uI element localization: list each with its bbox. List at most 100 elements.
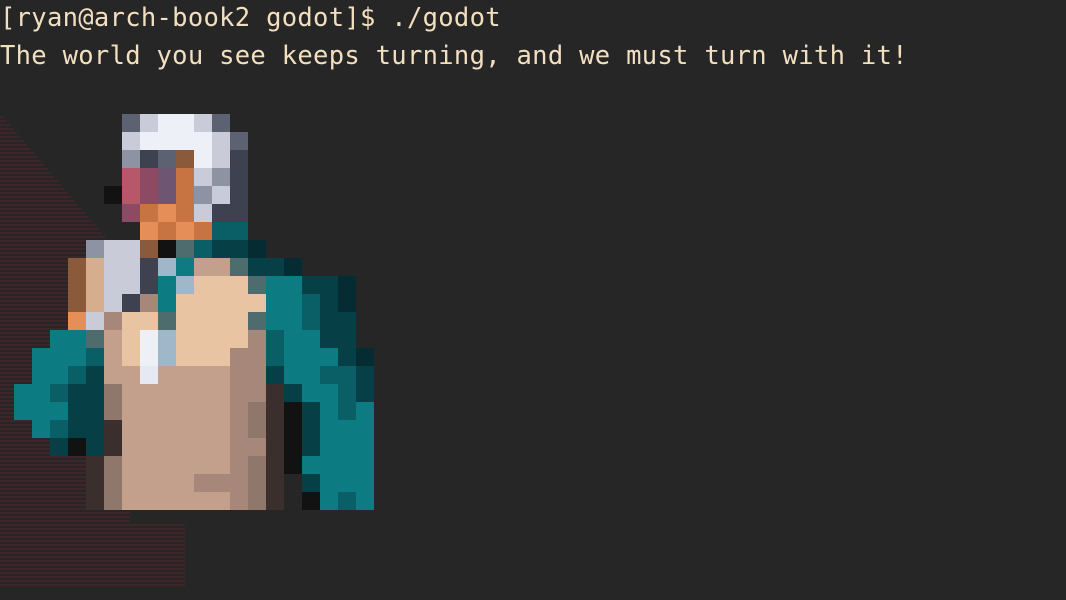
pixel-tile: [320, 312, 338, 330]
pixel-tile: [86, 240, 104, 258]
pixel-tile: [104, 456, 122, 474]
pixel-tile: [284, 456, 302, 474]
pixel-tile: [212, 168, 230, 186]
pixel-tile: [284, 420, 302, 438]
pixel-tile: [338, 384, 356, 402]
pixel-tile: [194, 456, 212, 474]
pixel-tile: [302, 276, 320, 294]
background-stripe: [0, 144, 28, 146]
background-stripe: [0, 164, 45, 166]
pixel-tile: [50, 384, 68, 402]
pixel-tile: [356, 474, 374, 492]
pixel-tile: [248, 492, 266, 510]
pixel-tile: [176, 402, 194, 420]
pixel-tile: [320, 330, 338, 348]
pixel-tile: [176, 474, 194, 492]
pixel-tile: [212, 402, 230, 420]
background-stripe: [0, 184, 62, 186]
pixel-tile: [212, 240, 230, 258]
pixel-tile: [104, 438, 122, 456]
pixel-tile: [248, 312, 266, 330]
pixel-tile: [194, 312, 212, 330]
pixel-tile: [68, 330, 86, 348]
pixel-tile: [158, 402, 176, 420]
pixel-tile: [122, 474, 140, 492]
pixel-tile: [50, 420, 68, 438]
pixel-tile: [212, 384, 230, 402]
background-stripe: [0, 148, 31, 150]
pixel-tile: [212, 492, 230, 510]
pixel-tile: [86, 474, 104, 492]
pixel-tile: [248, 330, 266, 348]
pixel-tile: [158, 222, 176, 240]
pixel-tile: [140, 204, 158, 222]
background-stripe: [0, 236, 106, 238]
pixel-tile: [50, 348, 68, 366]
pixel-tile: [68, 276, 86, 294]
pixel-tile: [230, 150, 248, 168]
pixel-tile: [284, 438, 302, 456]
pixel-tile: [230, 186, 248, 204]
background-stripe: [0, 216, 89, 218]
pixel-tile: [320, 348, 338, 366]
pixel-tile: [302, 438, 320, 456]
background-stripe: [0, 584, 185, 586]
pixel-tile: [158, 240, 176, 258]
pixel-tile: [158, 204, 176, 222]
pixel-tile: [122, 294, 140, 312]
pixel-tile: [86, 420, 104, 438]
pixel-tile: [140, 456, 158, 474]
pixel-tile: [284, 294, 302, 312]
pixel-tile: [68, 348, 86, 366]
pixel-tile: [230, 492, 248, 510]
pixel-tile: [122, 276, 140, 294]
pixel-tile: [176, 168, 194, 186]
background-stripe: [0, 180, 58, 182]
pixel-tile: [230, 294, 248, 312]
pixel-tile: [176, 366, 194, 384]
pixel-tile: [122, 420, 140, 438]
pixel-tile: [68, 312, 86, 330]
pixel-tile: [266, 348, 284, 366]
pixel-tile: [68, 366, 86, 384]
pixel-tile: [230, 330, 248, 348]
pixel-tile: [230, 366, 248, 384]
pixel-tile: [320, 366, 338, 384]
pixel-tile: [140, 312, 158, 330]
pixel-tile: [230, 420, 248, 438]
pixel-tile: [140, 186, 158, 204]
background-stripe: [0, 544, 185, 546]
pixel-tile: [266, 402, 284, 420]
pixel-tile: [338, 330, 356, 348]
pixel-tile: [248, 366, 266, 384]
pixel-tile: [266, 294, 284, 312]
pixel-tile: [338, 456, 356, 474]
pixel-tile: [122, 366, 140, 384]
pixel-tile: [266, 420, 284, 438]
pixel-tile: [230, 204, 248, 222]
background-stripe: [0, 152, 34, 154]
pixel-tile: [194, 150, 212, 168]
pixel-tile: [158, 114, 176, 132]
background-stripe: [0, 160, 41, 162]
pixel-tile: [194, 474, 212, 492]
pixel-tile: [212, 330, 230, 348]
pixel-tile: [356, 420, 374, 438]
background-stripe: [0, 176, 55, 178]
pixel-tile: [212, 348, 230, 366]
pixel-tile: [176, 114, 194, 132]
pixel-tile: [122, 384, 140, 402]
background-stripe: [0, 548, 185, 550]
pixel-tile: [212, 276, 230, 294]
pixel-tile: [302, 420, 320, 438]
pixel-tile: [104, 294, 122, 312]
pixel-tile: [32, 366, 50, 384]
pixel-tile: [140, 132, 158, 150]
pixel-tile: [158, 168, 176, 186]
pixel-tile: [140, 348, 158, 366]
pixel-tile: [140, 330, 158, 348]
terminal-window[interactable]: [ryan@arch-book2 godot]$ ./godot The wor…: [0, 0, 1066, 600]
background-stripe: [0, 512, 130, 514]
pixel-tile: [194, 294, 212, 312]
pixel-tile: [194, 204, 212, 222]
